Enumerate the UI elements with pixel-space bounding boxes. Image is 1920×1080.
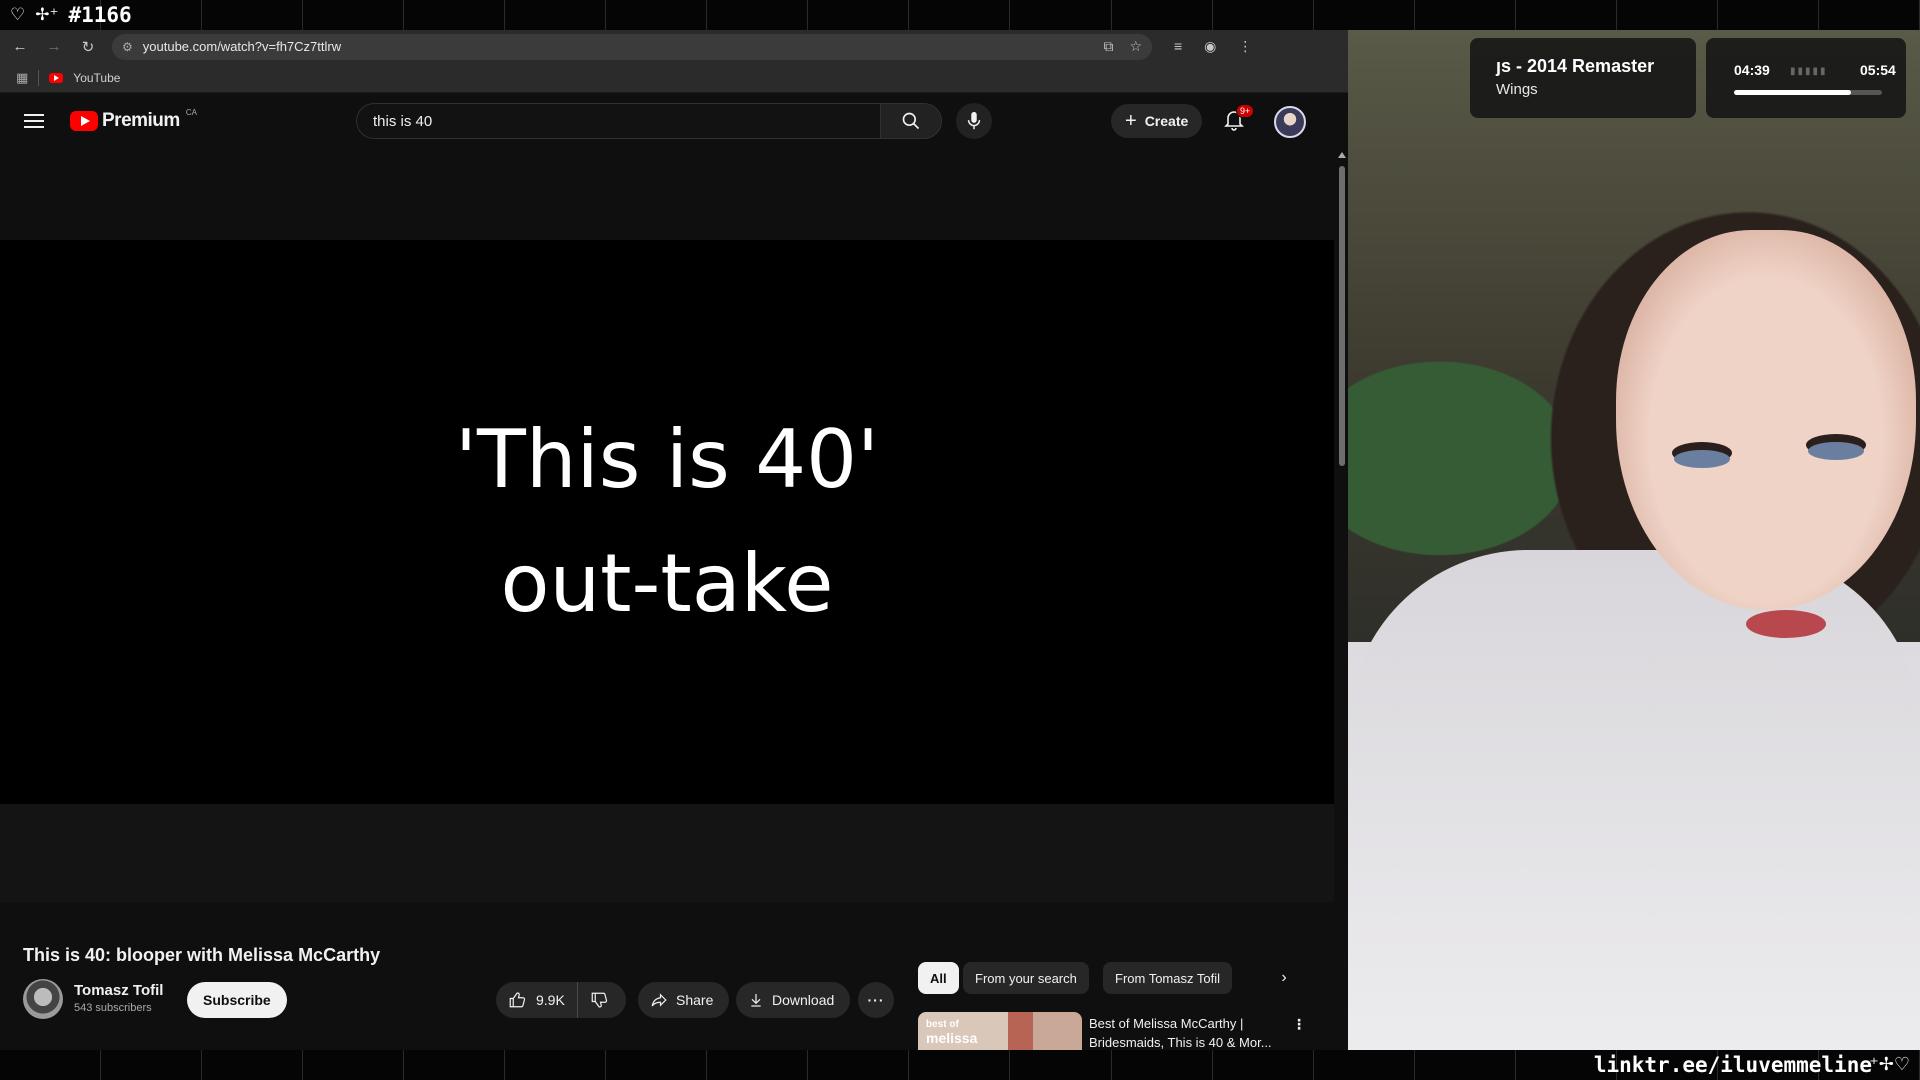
chip-from-your-search[interactable]: From your search xyxy=(963,962,1089,994)
webcam-eye-left xyxy=(1674,450,1730,468)
more-horizontal-icon: ··· xyxy=(867,992,885,1008)
webcam-shirt xyxy=(1348,550,1920,1050)
stream-counter: #1166 xyxy=(68,3,132,27)
notifications-button[interactable]: 9+ xyxy=(1222,104,1255,133)
webcam-face xyxy=(1616,230,1916,610)
create-label: Create xyxy=(1144,113,1189,129)
share-arrow-icon xyxy=(651,993,667,1007)
notification-badge: 9+ xyxy=(1236,104,1255,118)
stream-link: linktr.ee/iluvemmeline xyxy=(1593,1053,1872,1077)
download-label: Download xyxy=(772,992,835,1008)
share-button[interactable]: Share xyxy=(638,982,730,1018)
youtube-header: Premium CA this is 40 + Create 9+ xyxy=(0,93,1348,148)
video-overlay-line-2: out-take xyxy=(500,537,834,630)
logo-text: Premium xyxy=(102,109,180,131)
search-button[interactable] xyxy=(880,103,942,139)
address-bar-row: ← → ↻ ⚙ youtube.com/watch?v=fh7Cz7ttlrw … xyxy=(0,30,1348,63)
total-time: 05:54 xyxy=(1860,62,1896,78)
plus-icon: + xyxy=(1125,110,1137,132)
create-button[interactable]: + Create xyxy=(1111,104,1203,138)
scroll-up-icon[interactable] xyxy=(1338,152,1346,158)
theater-top-spacer xyxy=(0,148,1334,240)
back-icon[interactable]: ← xyxy=(10,37,30,57)
microphone-icon xyxy=(967,111,981,130)
chevron-right-icon[interactable]: › xyxy=(1272,966,1296,990)
search-bar: this is 40 xyxy=(356,103,992,139)
forward-icon[interactable]: → xyxy=(44,37,64,57)
video-overlay-line-1: 'This is 40' xyxy=(454,413,880,506)
url-text[interactable]: youtube.com/watch?v=fh7Cz7ttlrw xyxy=(143,39,1094,54)
bookmark-star-icon[interactable]: ☆ xyxy=(1129,38,1142,55)
search-icon xyxy=(902,112,920,130)
channel-avatar[interactable] xyxy=(23,979,63,1019)
download-button[interactable]: Download xyxy=(736,982,851,1018)
recommendation-title[interactable]: Best of Melissa McCarthy | Bridesmaids, … xyxy=(1089,1014,1289,1052)
heart-icon: ♡ xyxy=(10,5,26,24)
video-title: This is 40: blooper with Melissa McCarth… xyxy=(23,945,381,965)
heart-sparkle-icon: ⁺✢♡ xyxy=(1869,1054,1910,1074)
top-grid xyxy=(0,0,1920,30)
voice-search-button[interactable] xyxy=(956,103,992,139)
like-dislike-group: 9.9K xyxy=(496,982,626,1018)
page-scrollbar[interactable] xyxy=(1336,152,1348,1050)
sparkle-icon: ✢⁺ xyxy=(35,5,59,24)
install-app-icon[interactable]: ⧉ xyxy=(1103,38,1113,55)
thumbnail-caption-1: best of xyxy=(926,1019,959,1030)
now-playing-artist: Wings xyxy=(1496,81,1538,98)
reading-list-icon[interactable]: ≡ xyxy=(1174,38,1182,55)
region-code: CA xyxy=(185,108,197,117)
elapsed-time: 04:39 xyxy=(1734,62,1770,78)
channel-name[interactable]: Tomasz Tofil xyxy=(74,982,163,999)
bookmark-separator xyxy=(38,69,40,86)
more-actions-button[interactable]: ··· xyxy=(858,982,894,1018)
now-playing-song: ȷs - 2014 Remaster xyxy=(1496,56,1655,76)
search-input[interactable]: this is 40 xyxy=(356,103,880,139)
now-playing-card: ȷs - 2014 Remaster Wings xyxy=(1470,38,1696,118)
now-playing-progress-card: 04:39 ▮▮▮▮▮ 05:54 xyxy=(1706,38,1906,118)
thumbs-down-icon xyxy=(591,992,607,1008)
omnibox[interactable]: ⚙ youtube.com/watch?v=fh7Cz7ttlrw ⧉ ☆ xyxy=(112,33,1152,60)
account-avatar[interactable] xyxy=(1274,106,1306,138)
like-count: 9.9K xyxy=(536,992,565,1008)
webcam-lips xyxy=(1746,610,1826,638)
bookmarks-bar: ▦ YouTube xyxy=(0,63,1348,93)
webcam-feed xyxy=(1348,30,1920,1050)
profile-icon[interactable]: ◉ xyxy=(1204,38,1216,55)
waveform-icon: ▮▮▮▮▮ xyxy=(1790,66,1828,77)
like-button[interactable]: 9.9K xyxy=(496,982,578,1018)
stream-hud: ♡ ✢⁺ #1166 xyxy=(0,3,132,27)
site-info-icon[interactable]: ⚙ xyxy=(122,40,133,54)
youtube-logo[interactable]: Premium CA xyxy=(70,108,197,132)
chip-from-channel[interactable]: From Tomasz Tofil xyxy=(1103,962,1232,994)
youtube-play-icon xyxy=(70,110,98,131)
theater-bottom-spacer xyxy=(0,804,1334,902)
more-vertical-icon[interactable]: ⋮ xyxy=(1292,1016,1306,1033)
scrollbar-thumb[interactable] xyxy=(1339,166,1345,466)
video-player[interactable]: 'This is 40' out-take xyxy=(0,240,1334,804)
watch-metadata: This is 40: blooper with Melissa McCarth… xyxy=(0,902,1334,1072)
thumbnail-caption-2: melissa xyxy=(926,1030,978,1046)
browser-menu-icon[interactable]: ⋮ xyxy=(1238,38,1252,55)
progress-track xyxy=(1734,90,1882,95)
reload-icon[interactable]: ↻ xyxy=(78,37,98,57)
apps-grid-icon[interactable]: ▦ xyxy=(16,70,28,86)
subscriber-count: 543 subscribers xyxy=(74,1002,152,1014)
youtube-favicon-icon xyxy=(49,72,64,83)
subscribe-button[interactable]: Subscribe xyxy=(187,982,287,1018)
progress-fill xyxy=(1734,90,1851,95)
stream-top-bar: ♡ ✢⁺ #1166 xyxy=(0,0,1920,30)
share-label: Share xyxy=(676,992,714,1008)
thumbs-up-icon xyxy=(509,992,526,1008)
webcam-eye-right xyxy=(1808,442,1864,460)
stream-bottom-bar: linktr.ee/iluvemmeline ⁺✢♡ xyxy=(0,1050,1920,1080)
download-icon xyxy=(751,994,761,1007)
dislike-button[interactable] xyxy=(578,982,620,1018)
bookmark-youtube[interactable]: YouTube xyxy=(73,71,120,85)
chip-all[interactable]: All xyxy=(918,962,959,994)
hamburger-menu-icon[interactable] xyxy=(24,113,44,128)
